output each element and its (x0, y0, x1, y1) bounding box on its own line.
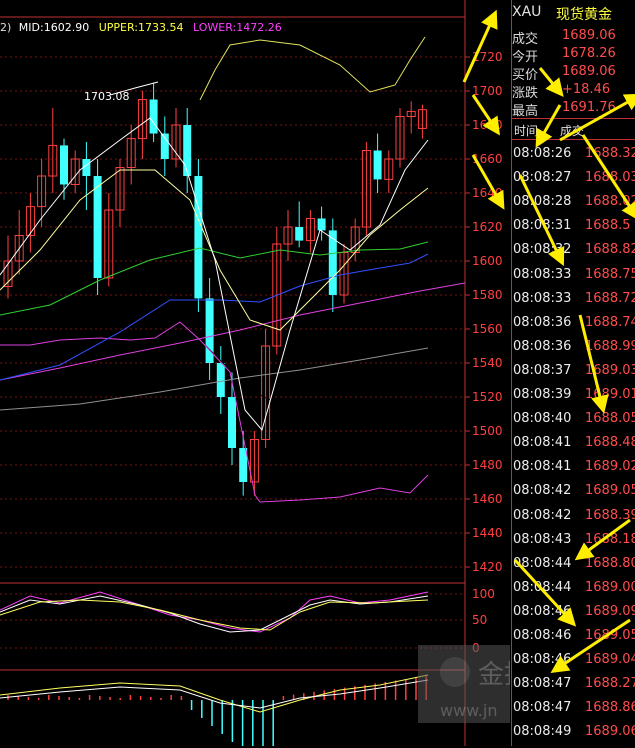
annotation-overlay (462, 9, 635, 673)
annotation-arrow (513, 558, 577, 627)
annotation-arrow (462, 9, 498, 83)
annotation-arrow (550, 618, 631, 673)
annotation-arrow (535, 104, 562, 148)
annotation-arrow (559, 93, 635, 142)
annotation-arrow (471, 94, 500, 136)
annotation-arrow (538, 67, 564, 97)
annotation-arrow (578, 314, 609, 414)
chart-window: 1720 1700 1680 1660 1640 1620 1600 1580 1560 1540… (0, 0, 635, 746)
annotation-arrow (574, 518, 631, 561)
annotation-arrow (581, 134, 635, 221)
annotation-arrow (471, 154, 505, 210)
annotation-arrow (518, 174, 565, 267)
